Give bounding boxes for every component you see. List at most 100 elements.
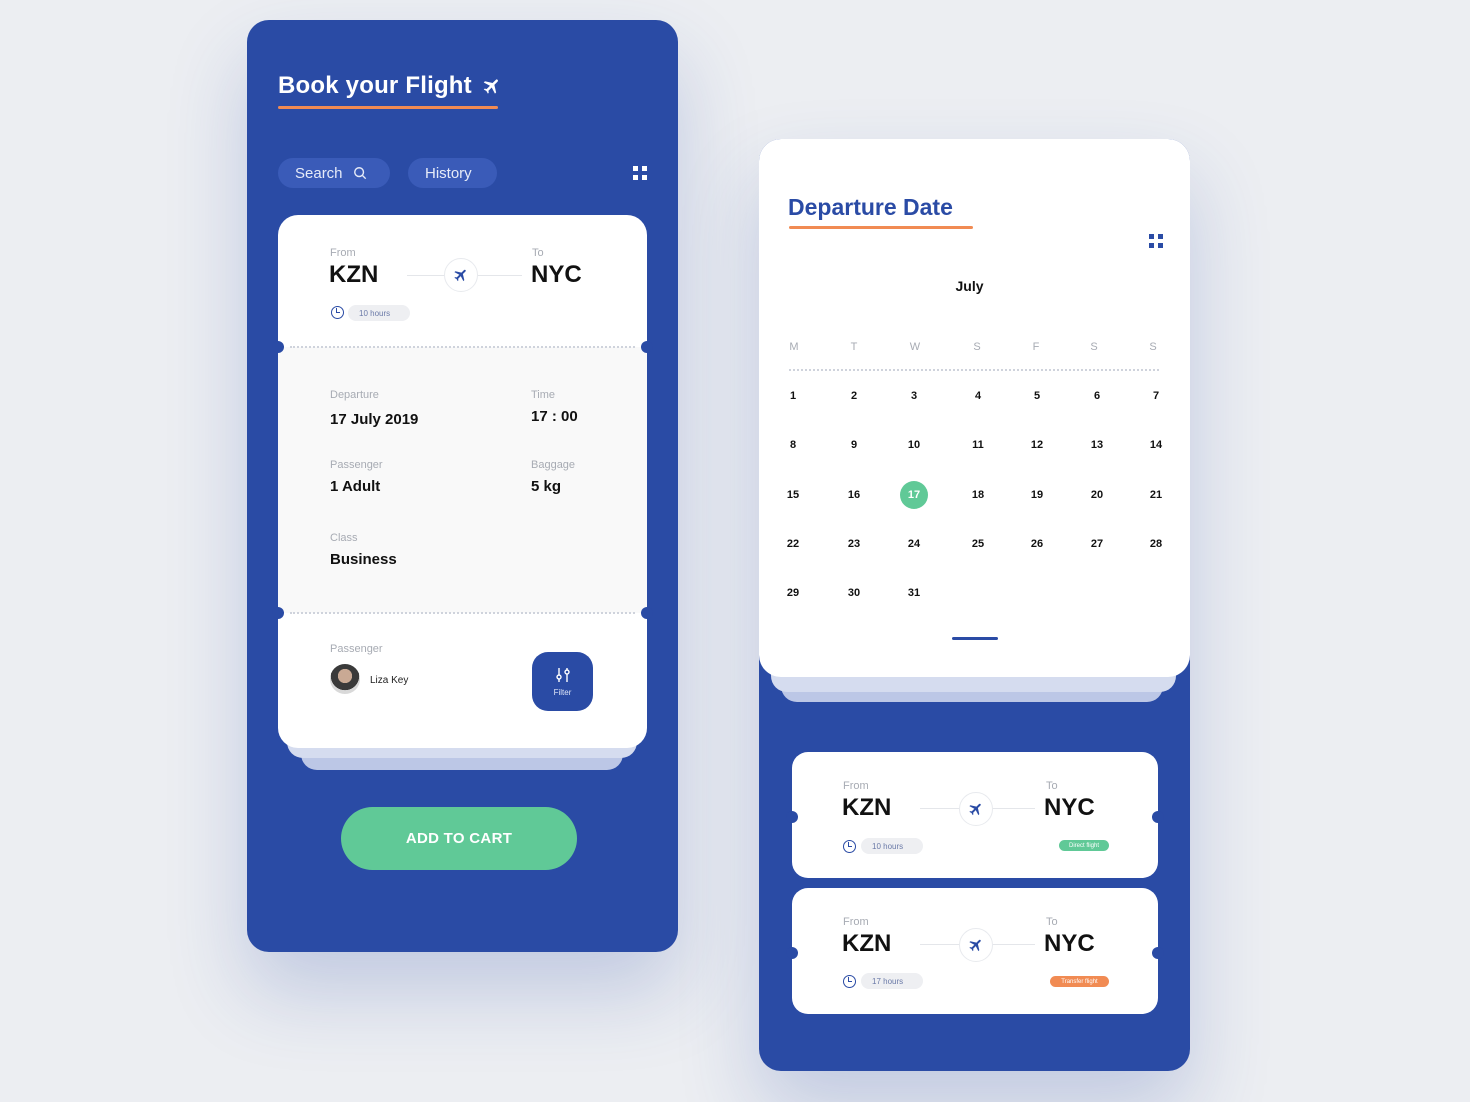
from-label: From — [843, 780, 869, 792]
time-value: 17 : 00 — [531, 408, 578, 425]
title-underline — [278, 106, 498, 109]
duration-badge: 10 hours — [348, 305, 410, 321]
from-code: KZN — [329, 261, 379, 288]
page-title: Book your Flight — [278, 72, 502, 100]
clock-icon — [331, 306, 344, 319]
calendar-day[interactable]: 28 — [1142, 530, 1170, 558]
calendar-day[interactable]: 6 — [1083, 382, 1111, 410]
ticket-notch — [272, 607, 284, 619]
to-code: NYC — [531, 261, 582, 288]
flight-option-card[interactable]: From KZN To NYC 10 hours Direct flight — [786, 752, 1164, 878]
route-plane — [959, 792, 993, 826]
class-value: Business — [330, 551, 397, 568]
calendar-day[interactable]: 21 — [1142, 481, 1170, 509]
calendar-card: Departure Date July M T W S F S S 123456… — [759, 139, 1190, 677]
from-label: From — [330, 247, 356, 259]
calendar-day[interactable]: 15 — [779, 481, 807, 509]
calendar-month: July — [955, 278, 984, 294]
page-title-text: Book your Flight — [278, 72, 472, 99]
search-label: Search — [295, 164, 343, 182]
weekday-label: S — [973, 341, 981, 353]
plane-icon — [483, 79, 498, 94]
ticket-notch — [641, 607, 653, 619]
calendar-day[interactable]: 16 — [840, 481, 868, 509]
filter-button[interactable]: Filter — [532, 652, 593, 711]
calendar-day-selected[interactable]: 17 — [900, 481, 928, 509]
grid-menu-icon[interactable] — [1149, 234, 1163, 248]
plane-icon — [969, 939, 981, 952]
calendar-day[interactable]: 26 — [1023, 530, 1051, 558]
calendar-divider — [789, 369, 1159, 371]
calendar-day[interactable]: 31 — [900, 579, 928, 607]
drag-handle[interactable] — [952, 637, 998, 640]
weekday-label: F — [1032, 341, 1040, 353]
calendar-day[interactable]: 30 — [840, 579, 868, 607]
calendar-day[interactable]: 9 — [840, 431, 868, 459]
flight-option-card[interactable]: From KZN To NYC 17 hours Transfer flight — [786, 888, 1164, 1014]
from-label: From — [843, 916, 869, 928]
class-label: Class — [330, 532, 358, 544]
ticket-divider — [290, 612, 635, 614]
duration-badge: 17 hours — [861, 973, 923, 989]
title-underline — [789, 226, 973, 229]
passenger-label: Passenger — [330, 643, 383, 655]
flight-type-badge: Transfer flight — [1050, 976, 1109, 987]
passenger-value: 1 Adult — [330, 478, 381, 495]
calendar-day[interactable]: 29 — [779, 579, 807, 607]
ticket-notch — [1152, 947, 1164, 959]
booking-screen: Book your Flight Search History From KZN… — [247, 20, 678, 952]
search-icon — [353, 167, 366, 180]
add-to-cart-button[interactable]: ADD TO CART — [341, 807, 577, 870]
filter-label: Filter — [553, 688, 572, 697]
clock-icon — [843, 840, 856, 853]
calendar-day[interactable]: 22 — [779, 530, 807, 558]
flight-type-badge: Direct flight — [1059, 840, 1109, 851]
calendar-day[interactable]: 7 — [1142, 382, 1170, 410]
calendar-day[interactable]: 10 — [900, 431, 928, 459]
duration-badge: 10 hours — [861, 838, 923, 854]
calendar-day[interactable]: 14 — [1142, 431, 1170, 459]
calendar-day[interactable]: 19 — [1023, 481, 1051, 509]
ticket-notch — [786, 811, 798, 823]
departure-value: 17 July 2019 — [330, 411, 419, 428]
time-label: Time — [531, 389, 556, 401]
passenger-name: Liza Key — [370, 675, 409, 686]
to-code: NYC — [1044, 930, 1095, 957]
calendar-day[interactable]: 3 — [900, 382, 928, 410]
calendar-day[interactable]: 4 — [964, 382, 992, 410]
to-code: NYC — [1044, 794, 1095, 821]
grid-menu-icon[interactable] — [633, 166, 647, 180]
calendar-day[interactable]: 25 — [964, 530, 992, 558]
history-button[interactable]: History — [408, 158, 497, 188]
calendar-day[interactable]: 12 — [1023, 431, 1051, 459]
clock-icon — [843, 975, 856, 988]
history-label: History — [425, 164, 472, 182]
ticket-notch — [641, 341, 653, 353]
calendar-day[interactable]: 11 — [964, 431, 992, 459]
calendar-title: Departure Date — [788, 194, 953, 220]
search-button[interactable]: Search — [278, 158, 390, 188]
ticket-notch — [272, 341, 284, 353]
from-code: KZN — [842, 794, 892, 821]
calendar-day[interactable]: 23 — [840, 530, 868, 558]
route-plane — [959, 928, 993, 962]
calendar-day[interactable]: 2 — [840, 382, 868, 410]
weekday-label: S — [1149, 341, 1157, 353]
ticket-notch — [1152, 811, 1164, 823]
weekday-label: T — [850, 341, 858, 353]
filter-sliders-icon — [555, 668, 570, 682]
to-label: To — [1046, 780, 1058, 792]
flight-ticket-card: From KZN To NYC 10 hours Departure 17 Ju… — [272, 215, 653, 748]
calendar-day[interactable]: 1 — [779, 382, 807, 410]
avatar — [330, 664, 360, 694]
calendar-day[interactable]: 20 — [1083, 481, 1111, 509]
calendar-day[interactable]: 27 — [1083, 530, 1111, 558]
calendar-day[interactable]: 8 — [779, 431, 807, 459]
to-label: To — [532, 247, 544, 259]
calendar-day[interactable]: 5 — [1023, 382, 1051, 410]
weekday-label: S — [1090, 341, 1098, 353]
calendar-day[interactable]: 13 — [1083, 431, 1111, 459]
calendar-day[interactable]: 18 — [964, 481, 992, 509]
route-plane — [444, 258, 478, 292]
calendar-day[interactable]: 24 — [900, 530, 928, 558]
